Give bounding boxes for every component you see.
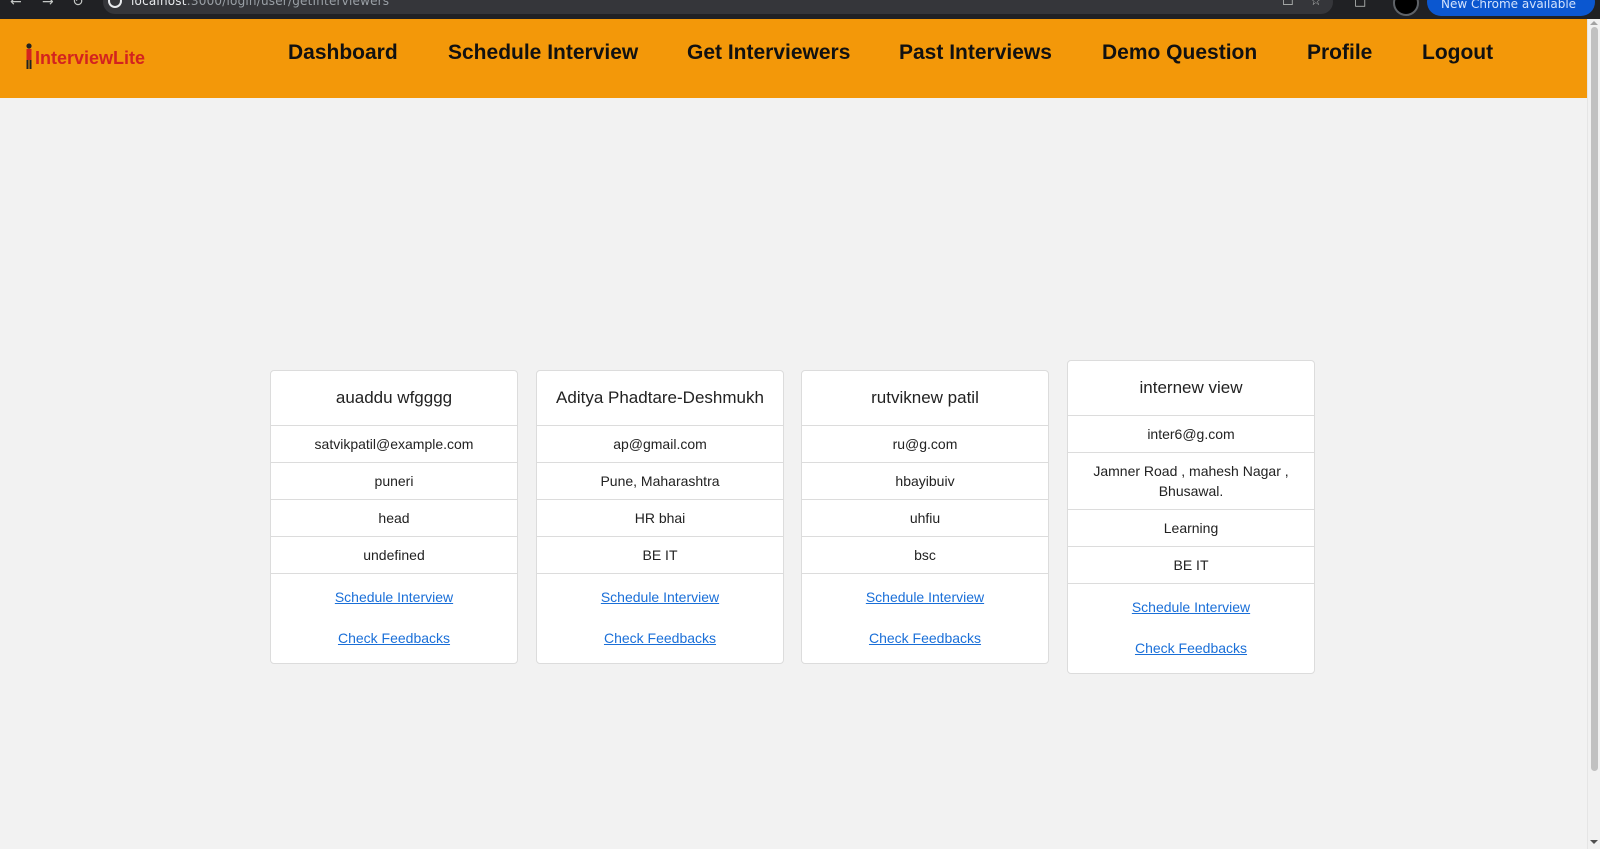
profile-avatar[interactable] bbox=[1393, 0, 1419, 16]
url-path: :3000/login/user/getInterviewers bbox=[186, 0, 390, 8]
interviewer-name: internew view bbox=[1068, 361, 1314, 416]
forward-icon[interactable]: → bbox=[42, 0, 54, 10]
browser-toolbar: ← → ↻ localhost:3000/login/user/getInter… bbox=[0, 0, 1600, 19]
reload-icon[interactable]: ↻ bbox=[72, 0, 84, 10]
interviewer-card: Aditya Phadtare-Deshmukh ap@gmail.com Pu… bbox=[536, 370, 784, 664]
nav-profile[interactable]: Profile bbox=[1307, 41, 1372, 65]
check-feedbacks-link[interactable]: Check Feedbacks bbox=[802, 630, 1048, 647]
url-host: localhost bbox=[131, 0, 187, 8]
interviewer-name: rutviknew patil bbox=[802, 371, 1048, 426]
interviewer-card: internew view inter6@g.com Jamner Road ,… bbox=[1067, 360, 1315, 674]
interviewer-name: Aditya Phadtare-Deshmukh bbox=[537, 371, 783, 426]
bookmark-star-icon[interactable]: ☆ bbox=[1310, 0, 1322, 9]
card-actions: Schedule Interview Check Feedbacks bbox=[271, 574, 517, 663]
check-feedbacks-link[interactable]: Check Feedbacks bbox=[271, 630, 517, 647]
interviewer-location: Pune, Maharashtra bbox=[537, 463, 783, 500]
interviewer-email: ru@g.com bbox=[802, 426, 1048, 463]
interviewer-card: rutviknew patil ru@g.com hbayibuiv uhfiu… bbox=[801, 370, 1049, 664]
interviewer-email: ap@gmail.com bbox=[537, 426, 783, 463]
schedule-interview-link[interactable]: Schedule Interview bbox=[802, 589, 1048, 606]
person-logo-icon bbox=[26, 43, 32, 69]
interviewer-email: inter6@g.com bbox=[1068, 416, 1314, 453]
nav-schedule-interview[interactable]: Schedule Interview bbox=[448, 41, 638, 65]
interviewer-position: head bbox=[271, 500, 517, 537]
interviewer-position: uhfiu bbox=[802, 500, 1048, 537]
chrome-update-button[interactable]: New Chrome available bbox=[1427, 0, 1595, 16]
check-feedbacks-link[interactable]: Check Feedbacks bbox=[1068, 640, 1314, 657]
interviewer-location: puneri bbox=[271, 463, 517, 500]
interviewer-education: undefined bbox=[271, 537, 517, 574]
scroll-up-icon[interactable] bbox=[1590, 21, 1598, 25]
nav-past-interviews[interactable]: Past Interviews bbox=[899, 41, 1052, 65]
nav-dashboard[interactable]: Dashboard bbox=[288, 41, 398, 65]
address-url[interactable]: localhost:3000/login/user/getInterviewer… bbox=[131, 0, 389, 8]
schedule-interview-link[interactable]: Schedule Interview bbox=[537, 589, 783, 606]
interviewer-education: BE IT bbox=[1068, 547, 1314, 584]
nav-get-interviewers[interactable]: Get Interviewers bbox=[687, 41, 850, 65]
downloads-icon[interactable]: □ bbox=[1354, 0, 1366, 9]
interviewer-location: hbayibuiv bbox=[802, 463, 1048, 500]
logo-text: InterviewLite bbox=[35, 48, 146, 68]
interviewer-position: HR bhai bbox=[537, 500, 783, 537]
nav-demo-question[interactable]: Demo Question bbox=[1102, 41, 1257, 65]
interviewer-name: auaddu wfgggg bbox=[271, 371, 517, 426]
schedule-interview-link[interactable]: Schedule Interview bbox=[1068, 599, 1314, 616]
app-logo[interactable]: InterviewLite bbox=[24, 39, 145, 69]
card-actions: Schedule Interview Check Feedbacks bbox=[1068, 584, 1314, 673]
interviewer-card: auaddu wfgggg satvikpatil@example.com pu… bbox=[270, 370, 518, 664]
app-navbar: InterviewLite Dashboard Schedule Intervi… bbox=[0, 19, 1587, 98]
card-actions: Schedule Interview Check Feedbacks bbox=[537, 574, 783, 663]
scroll-down-icon[interactable] bbox=[1590, 840, 1598, 844]
translate-icon[interactable]: ☐ bbox=[1282, 0, 1294, 9]
interviewer-location: Jamner Road , mahesh Nagar , Bhusawal. bbox=[1068, 453, 1314, 510]
check-feedbacks-link[interactable]: Check Feedbacks bbox=[537, 630, 783, 647]
schedule-interview-link[interactable]: Schedule Interview bbox=[271, 589, 517, 606]
interviewer-education: BE IT bbox=[537, 537, 783, 574]
back-icon[interactable]: ← bbox=[10, 0, 22, 10]
card-actions: Schedule Interview Check Feedbacks bbox=[802, 574, 1048, 663]
nav-logout[interactable]: Logout bbox=[1422, 41, 1493, 65]
interviewer-email: satvikpatil@example.com bbox=[271, 426, 517, 463]
interviewer-position: Learning bbox=[1068, 510, 1314, 547]
page-scrollbar[interactable] bbox=[1587, 19, 1600, 849]
interviewer-education: bsc bbox=[802, 537, 1048, 574]
scroll-thumb[interactable] bbox=[1591, 27, 1598, 771]
